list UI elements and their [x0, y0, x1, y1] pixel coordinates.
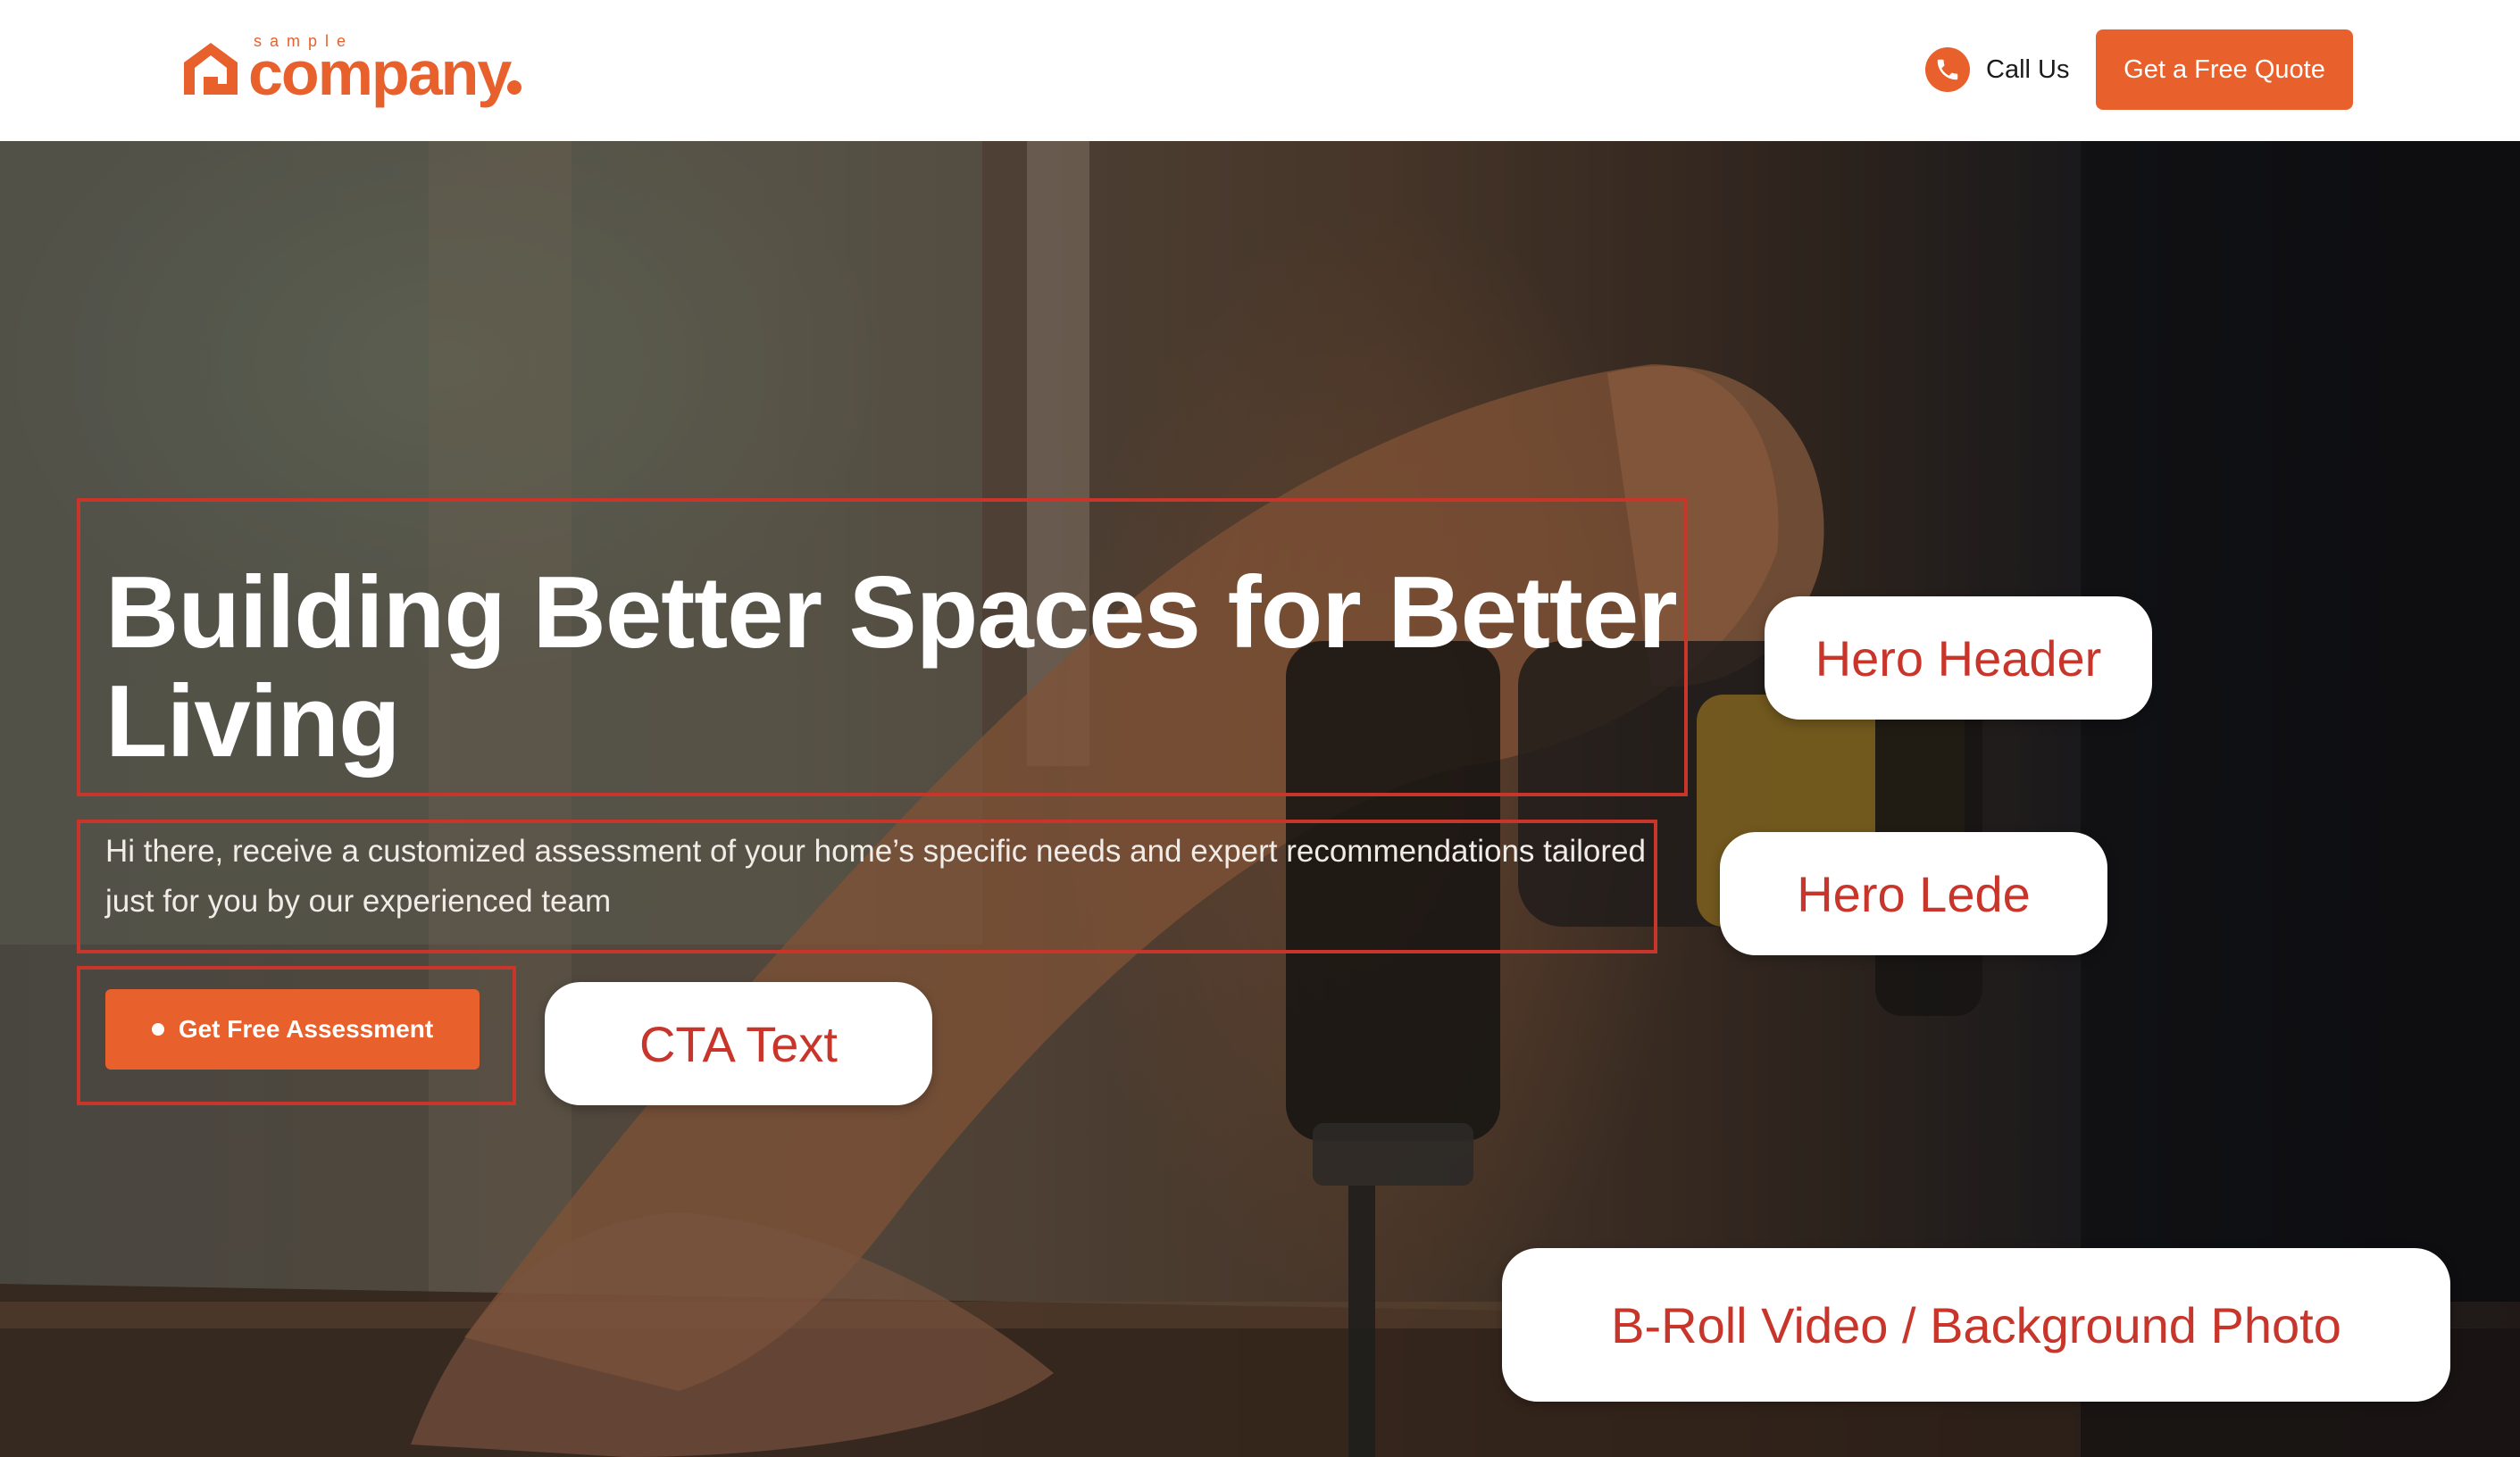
- background-annotation: B-Roll Video / Background Photo: [1502, 1248, 2450, 1402]
- hero-header-outline: [77, 498, 1688, 796]
- logo-dot: [507, 80, 522, 95]
- hero-lede-annotation: Hero Lede: [1720, 832, 2107, 955]
- hero-header-annotation: Hero Header: [1765, 596, 2152, 720]
- company-logo[interactable]: sample company: [179, 32, 536, 108]
- site-header: sample company Call Us Get a Free Quote: [0, 0, 2520, 141]
- hero-lede-outline: [77, 820, 1657, 953]
- house-logo-icon: [184, 43, 238, 95]
- cta-outline: [77, 966, 516, 1105]
- logo-wordmark: company: [248, 38, 512, 108]
- phone-icon: [1925, 47, 1970, 92]
- call-us-link[interactable]: Call Us: [1925, 45, 2069, 95]
- get-free-quote-button[interactable]: Get a Free Quote: [2096, 29, 2353, 110]
- call-us-label: Call Us: [1986, 54, 2070, 84]
- cta-text-annotation: CTA Text: [545, 982, 932, 1105]
